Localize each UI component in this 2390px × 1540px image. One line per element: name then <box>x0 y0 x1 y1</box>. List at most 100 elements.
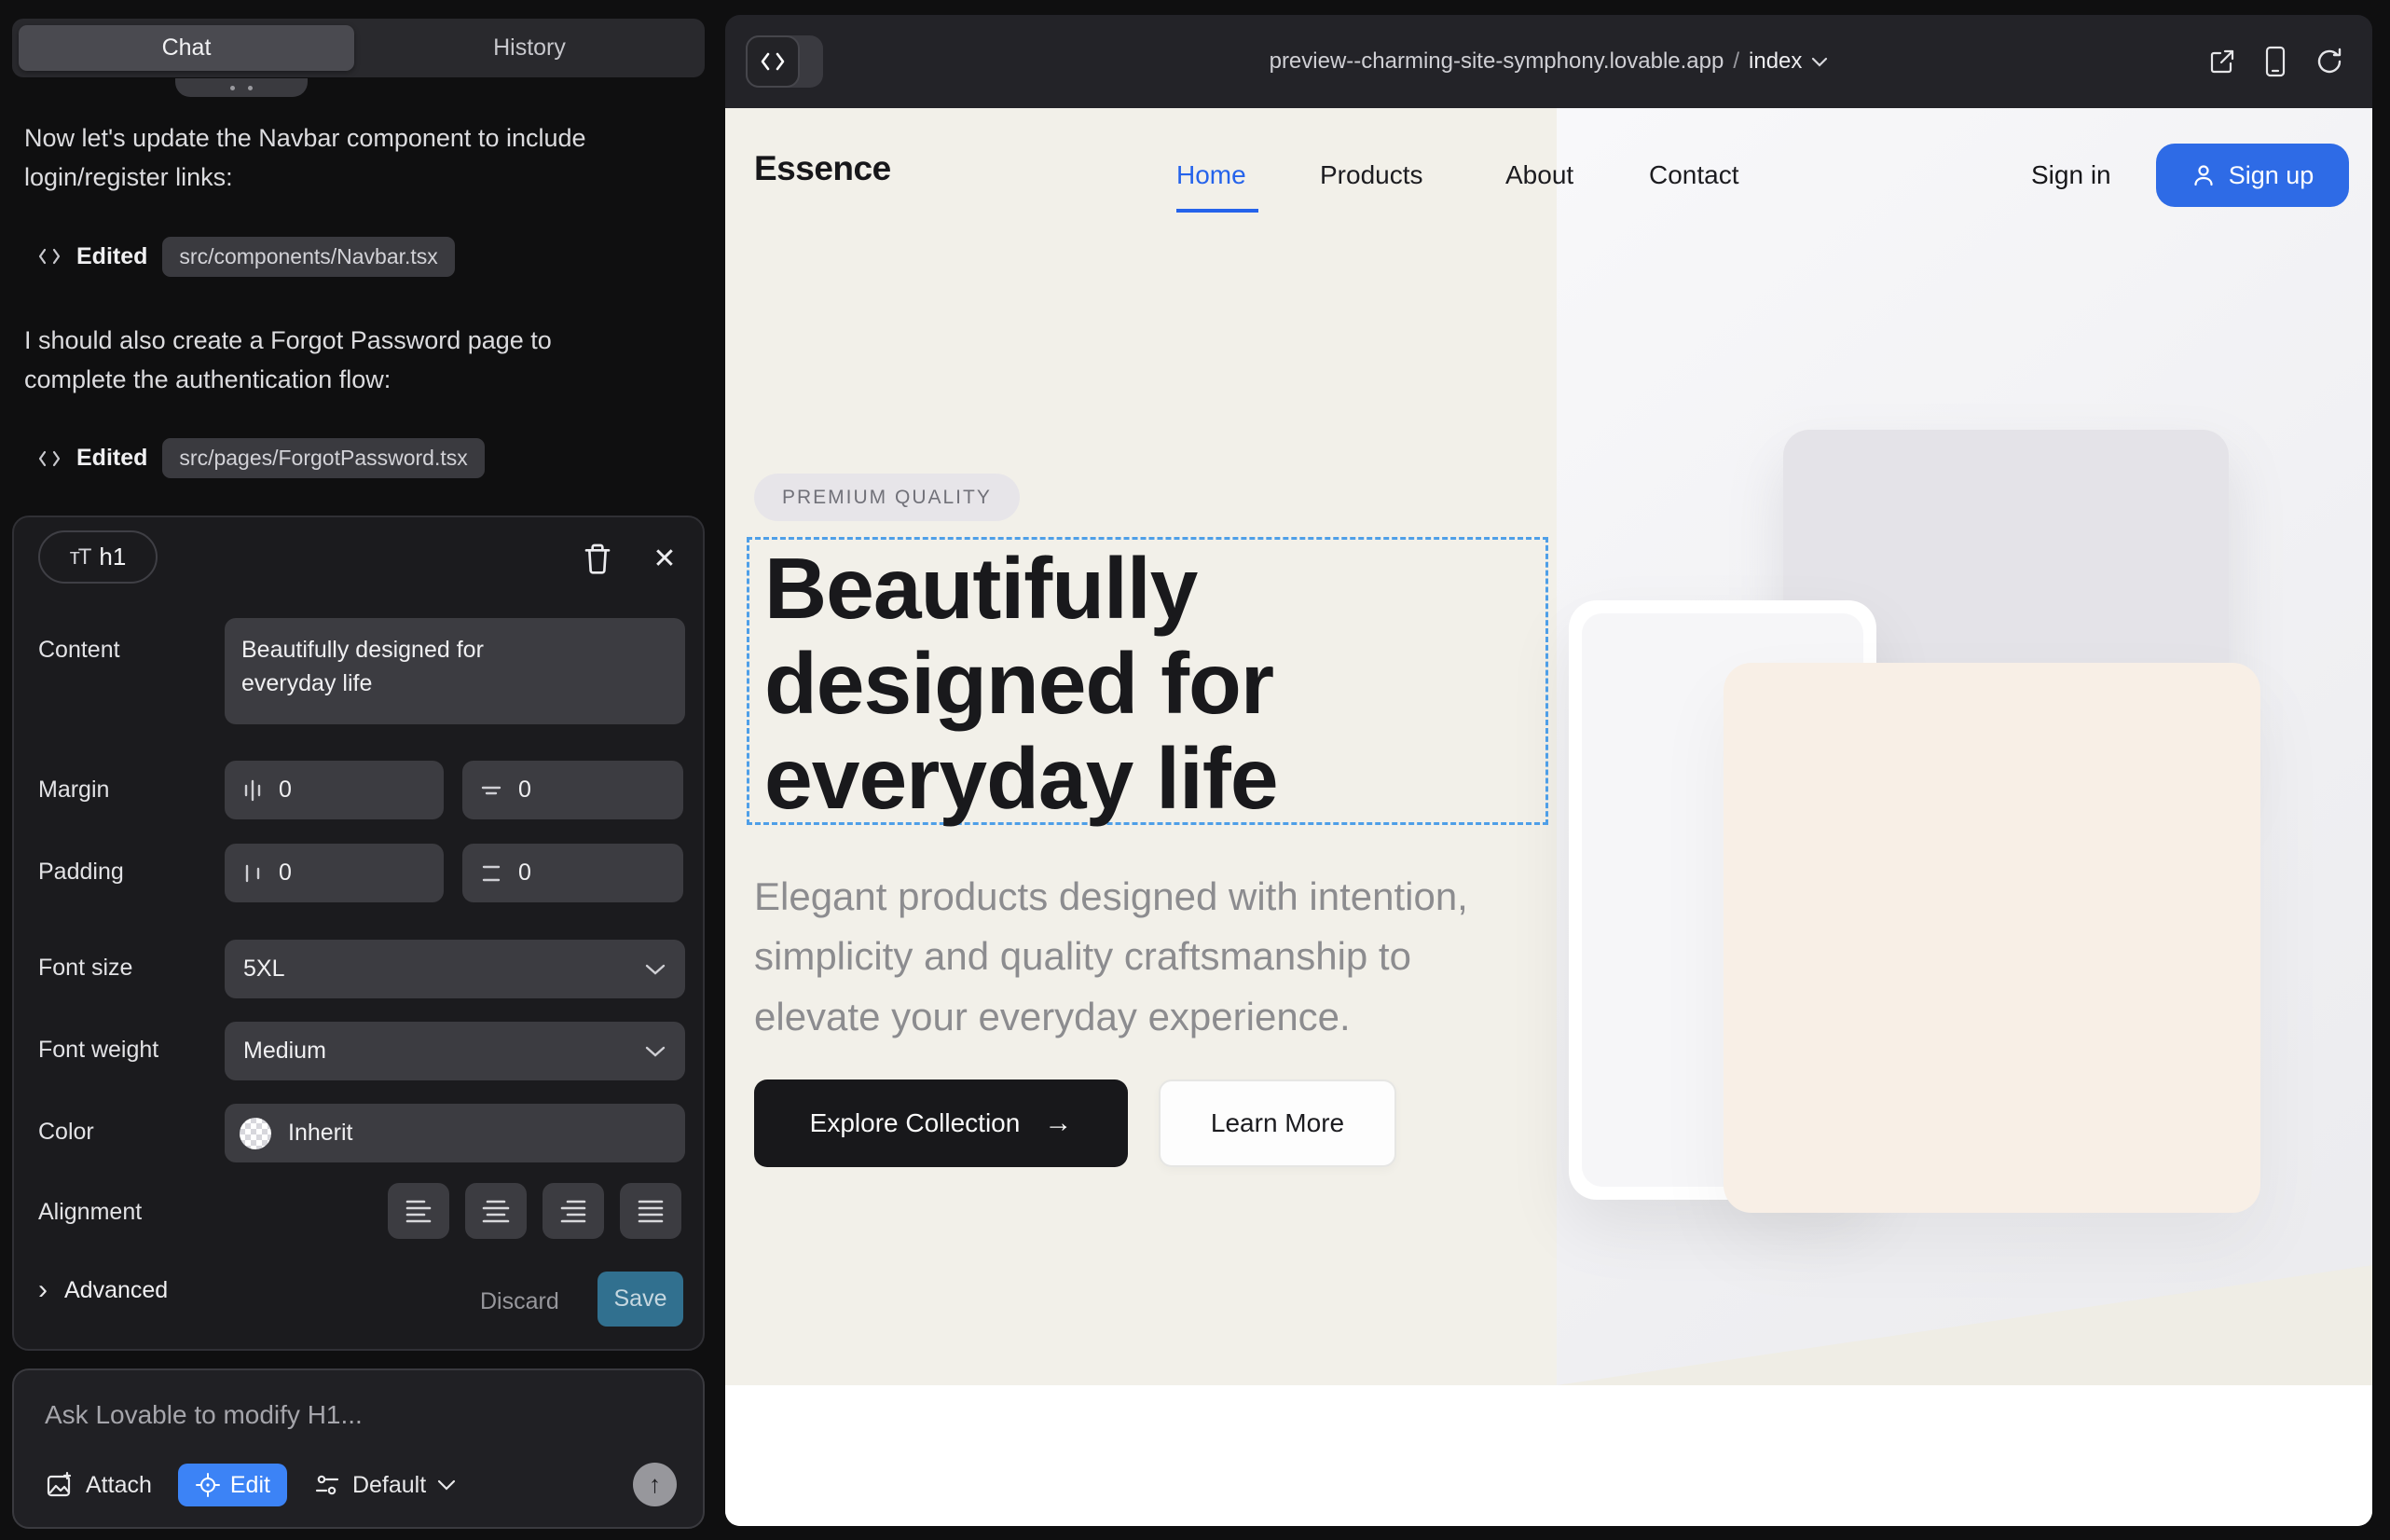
prompt-placeholder: Ask Lovable to modify H1... <box>45 1400 363 1430</box>
chevron-down-icon <box>644 1045 666 1058</box>
align-left-icon <box>403 1197 434 1225</box>
sliders-icon <box>313 1472 341 1498</box>
edited-file-chip[interactable]: src/pages/ForgotPassword.tsx <box>162 438 484 478</box>
default-mode-button[interactable]: Default <box>313 1472 456 1499</box>
font-weight-label: Font weight <box>38 1037 158 1064</box>
preview-pane: preview--charming-site-symphony.lovable.… <box>725 15 2372 1526</box>
padding-y-input[interactable]: 0 <box>462 844 683 902</box>
site-logo[interactable]: Essence <box>754 149 891 188</box>
color-value: Inherit <box>288 1120 352 1147</box>
color-select[interactable]: Inherit <box>225 1104 685 1162</box>
margin-horizontal-icon <box>241 778 264 803</box>
edit-mode-button[interactable]: Edit <box>178 1464 287 1506</box>
arrow-up-icon: ↑ <box>649 1470 661 1499</box>
padding-horizontal-icon <box>241 861 264 886</box>
save-button[interactable]: Save <box>598 1272 683 1327</box>
site-viewport: Essence Home Products About Contact Sign… <box>725 108 2372 1526</box>
align-right-icon <box>557 1197 589 1225</box>
chevron-down-icon <box>644 963 666 976</box>
content-label: Content <box>38 637 120 664</box>
arrow-right-icon: → <box>1044 1107 1072 1139</box>
attach-image-icon <box>45 1470 75 1500</box>
attach-button[interactable]: Attach <box>45 1470 152 1500</box>
close-icon: ✕ <box>652 543 676 575</box>
margin-x-value: 0 <box>279 777 292 804</box>
align-center-button[interactable] <box>465 1183 527 1239</box>
nav-link-contact[interactable]: Contact <box>1649 160 1739 190</box>
margin-vertical-icon <box>479 779 503 802</box>
close-editor-button[interactable]: ✕ <box>644 538 685 579</box>
margin-label: Margin <box>38 777 109 804</box>
advanced-toggle[interactable]: › Advanced <box>38 1274 168 1306</box>
active-nav-underline <box>1176 209 1258 213</box>
chat-history-tabs: Chat History <box>12 19 705 77</box>
padding-x-input[interactable]: 0 <box>225 844 444 902</box>
color-swatch-transparent <box>240 1118 271 1149</box>
align-right-button[interactable] <box>543 1183 604 1239</box>
selected-element-pill: тT h1 <box>38 530 158 584</box>
margin-x-input[interactable]: 0 <box>225 761 444 819</box>
chat-message: Now let's update the Navbar component to… <box>24 119 602 198</box>
font-weight-select[interactable]: Medium <box>225 1022 685 1080</box>
target-icon <box>195 1472 221 1498</box>
type-icon: тT <box>70 544 90 571</box>
chevron-down-icon <box>437 1479 456 1491</box>
chevron-down-icon <box>1811 57 1828 67</box>
nav-link-products[interactable]: Products <box>1320 160 1423 190</box>
attach-label: Attach <box>86 1472 152 1499</box>
default-label: Default <box>352 1472 426 1499</box>
padding-x-value: 0 <box>279 859 292 887</box>
align-center-icon <box>480 1197 512 1225</box>
edited-file-row[interactable]: Edited src/pages/ForgotPassword.tsx <box>37 438 677 478</box>
premium-quality-badge: PREMIUM QUALITY <box>754 474 1020 521</box>
next-section-background <box>725 1385 2372 1526</box>
content-input[interactable]: Beautifully designed for everyday life <box>225 618 685 724</box>
sign-in-link[interactable]: Sign in <box>2031 160 2111 190</box>
margin-y-input[interactable]: 0 <box>462 761 683 819</box>
align-justify-button[interactable] <box>620 1183 681 1239</box>
content-value: Beautifully designed for everyday life <box>241 633 568 701</box>
refresh-icon <box>2314 47 2344 76</box>
delete-element-button[interactable] <box>577 538 618 579</box>
chat-message-list: Now let's update the Navbar component to… <box>24 119 677 523</box>
align-left-button[interactable] <box>388 1183 449 1239</box>
edited-file-row[interactable]: Edited src/components/Navbar.tsx <box>37 237 677 277</box>
mobile-view-button[interactable] <box>2264 46 2287 77</box>
open-external-button[interactable] <box>2208 48 2236 76</box>
padding-label: Padding <box>38 859 124 886</box>
refresh-button[interactable] <box>2314 47 2344 76</box>
font-size-select[interactable]: 5XL <box>225 940 685 998</box>
learn-more-button[interactable]: Learn More <box>1159 1079 1396 1167</box>
hero-heading[interactable]: Beautifully designed for everyday life <box>764 542 1482 826</box>
prompt-input-box[interactable]: Ask Lovable to modify H1... Attach Edit … <box>12 1368 705 1529</box>
edit-label: Edit <box>230 1472 270 1499</box>
margin-y-value: 0 <box>518 777 531 804</box>
nav-link-about[interactable]: About <box>1505 160 1573 190</box>
chat-message: I should also create a Forgot Password p… <box>24 322 602 400</box>
padding-y-value: 0 <box>518 859 531 887</box>
url-separator: / <box>1733 48 1739 75</box>
align-justify-icon <box>635 1197 666 1225</box>
edited-file-chip[interactable]: src/components/Navbar.tsx <box>162 237 454 277</box>
discard-button[interactable]: Discard <box>480 1274 559 1329</box>
nav-link-home[interactable]: Home <box>1176 160 1246 190</box>
url-path[interactable]: index <box>1749 48 1802 75</box>
sign-up-button[interactable]: Sign up <box>2156 144 2349 207</box>
edited-label: Edited <box>76 243 147 270</box>
send-button[interactable]: ↑ <box>633 1463 677 1506</box>
selected-element-outline[interactable]: Beautifully designed for everyday life <box>747 537 1548 825</box>
padding-vertical-icon <box>479 862 503 885</box>
color-label: Color <box>38 1119 94 1146</box>
explore-collection-button[interactable]: Explore Collection → <box>754 1079 1128 1167</box>
scrolled-chip-partial <box>175 78 308 97</box>
element-editor-panel: тT h1 ✕ Content Beautifully designed for… <box>12 516 705 1351</box>
advanced-label: Advanced <box>64 1277 168 1304</box>
tab-chat[interactable]: Chat <box>19 25 354 71</box>
tab-history[interactable]: History <box>354 19 705 77</box>
sign-up-label: Sign up <box>2229 161 2314 190</box>
smartphone-icon <box>2264 46 2287 77</box>
user-icon <box>2191 163 2216 187</box>
url-bar[interactable]: preview--charming-site-symphony.lovable.… <box>725 15 2372 108</box>
font-weight-value: Medium <box>243 1038 326 1065</box>
hero-paragraph: Elegant products designed with intention… <box>754 867 1509 1047</box>
